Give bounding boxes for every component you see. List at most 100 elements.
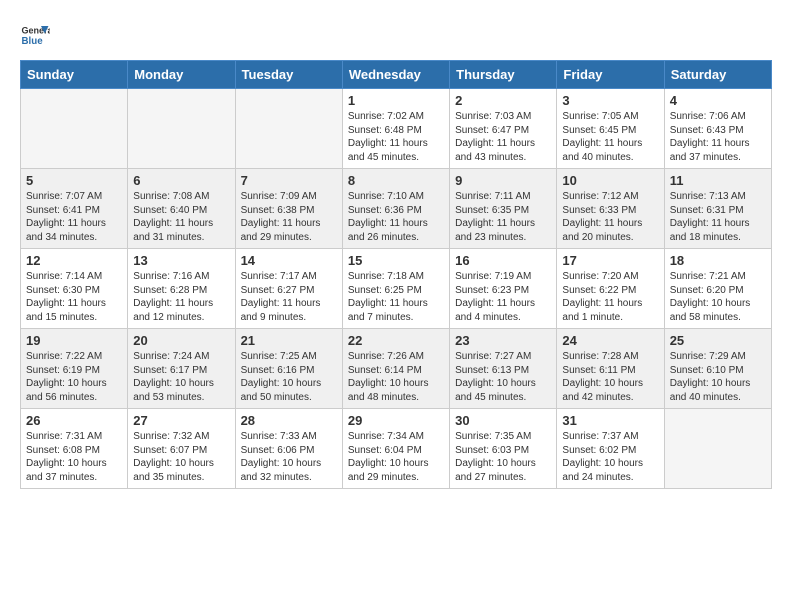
calendar-cell: 10 Sunrise: 7:12 AM Sunset: 6:33 PM Dayli…: [557, 169, 664, 249]
day-info: Sunrise: 7:27 AM Sunset: 6:13 PM Dayligh…: [455, 350, 551, 404]
day-info: Sunrise: 7:37 AM Sunset: 6:02 PM Dayligh…: [562, 430, 658, 484]
day-info: Sunrise: 7:09 AM Sunset: 6:38 PM Dayligh…: [241, 190, 337, 244]
calendar-cell: 16Sunrise: 7:19 AM Sunset: 6:23 PM Dayli…: [450, 249, 557, 329]
svg-text:Blue: Blue: [22, 36, 44, 47]
calendar-cell: 13 Sunrise: 7:16 AM Sunset: 6:28 PM Dayli…: [128, 249, 235, 329]
calendar-cell: 28Sunrise: 7:33 AM Sunset: 6:06 PM Dayli…: [235, 409, 342, 489]
day-number: 11: [670, 173, 766, 188]
calendar-cell: 4 Sunrise: 7:06 AM Sunset: 6:43 PM Daylig…: [664, 89, 771, 169]
calendar-cell: 27 Sunrise: 7:32 AM Sunset: 6:07 PM Dayli…: [128, 409, 235, 489]
calendar-table: SundayMondayTuesdayWednesdayThursdayFrid…: [20, 60, 772, 489]
day-info: Sunrise: 7:11 AM Sunset: 6:35 PM Dayligh…: [455, 190, 551, 244]
day-info: Sunrise: 7:03 AM Sunset: 6:47 PM Dayligh…: [455, 110, 551, 164]
weekday-header-thursday: Thursday: [450, 61, 557, 89]
day-info: Sunrise: 7:10 AM Sunset: 6:36 PM Dayligh…: [348, 190, 444, 244]
day-number: 9: [455, 173, 551, 188]
day-number: 8: [348, 173, 444, 188]
day-number: 12: [26, 253, 122, 268]
calendar-cell: 20 Sunrise: 7:24 AM Sunset: 6:17 PM Dayli…: [128, 329, 235, 409]
day-number: 16: [455, 253, 551, 268]
day-number: 14: [241, 253, 337, 268]
calendar-cell: 23 Sunrise: 7:27 AM Sunset: 6:13 PM Dayli…: [450, 329, 557, 409]
calendar-cell: 21Sunrise: 7:25 AM Sunset: 6:16 PM Dayli…: [235, 329, 342, 409]
weekday-header-saturday: Saturday: [664, 61, 771, 89]
day-number: 7: [241, 173, 337, 188]
weekday-header-sunday: Sunday: [21, 61, 128, 89]
day-info: Sunrise: 7:05 AM Sunset: 6:45 PM Dayligh…: [562, 110, 658, 164]
day-info: Sunrise: 7:26 AM Sunset: 6:14 PM Dayligh…: [348, 350, 444, 404]
calendar-cell: 14 Sunrise: 7:17 AM Sunset: 6:27 PM Dayli…: [235, 249, 342, 329]
day-number: 26: [26, 413, 122, 428]
calendar-cell: 3 Sunrise: 7:05 AM Sunset: 6:45 PM Daylig…: [557, 89, 664, 169]
day-number: 5: [26, 173, 122, 188]
day-info: Sunrise: 7:29 AM Sunset: 6:10 PM Dayligh…: [670, 350, 766, 404]
day-number: 20: [133, 333, 229, 348]
calendar-cell: [21, 89, 128, 169]
day-info: Sunrise: 7:28 AM Sunset: 6:11 PM Dayligh…: [562, 350, 658, 404]
calendar-cell: 6Sunrise: 7:08 AM Sunset: 6:40 PM Daylig…: [128, 169, 235, 249]
calendar-cell: 8 Sunrise: 7:10 AM Sunset: 6:36 PM Daylig…: [342, 169, 449, 249]
day-info: Sunrise: 7:24 AM Sunset: 6:17 PM Dayligh…: [133, 350, 229, 404]
calendar-cell: 24 Sunrise: 7:28 AM Sunset: 6:11 PM Dayli…: [557, 329, 664, 409]
calendar-cell: 17 Sunrise: 7:20 AM Sunset: 6:22 PM Dayli…: [557, 249, 664, 329]
weekday-header-friday: Friday: [557, 61, 664, 89]
day-info: Sunrise: 7:08 AM Sunset: 6:40 PM Dayligh…: [133, 190, 229, 244]
calendar-week-row: 12 Sunrise: 7:14 AM Sunset: 6:30 PM Dayli…: [21, 249, 772, 329]
day-info: Sunrise: 7:07 AM Sunset: 6:41 PM Dayligh…: [26, 190, 122, 244]
weekday-header-tuesday: Tuesday: [235, 61, 342, 89]
calendar-cell: 25 Sunrise: 7:29 AM Sunset: 6:10 PM Dayli…: [664, 329, 771, 409]
logo: General Blue: [20, 20, 54, 50]
day-number: 31: [562, 413, 658, 428]
day-info: Sunrise: 7:34 AM Sunset: 6:04 PM Dayligh…: [348, 430, 444, 484]
day-number: 4: [670, 93, 766, 108]
day-info: Sunrise: 7:12 AM Sunset: 6:33 PM Dayligh…: [562, 190, 658, 244]
logo-icon: General Blue: [20, 20, 50, 50]
day-number: 29: [348, 413, 444, 428]
calendar-week-row: 26 Sunrise: 7:31 AM Sunset: 6:08 PM Dayli…: [21, 409, 772, 489]
day-number: 22: [348, 333, 444, 348]
day-number: 24: [562, 333, 658, 348]
day-info: Sunrise: 7:18 AM Sunset: 6:25 PM Dayligh…: [348, 270, 444, 324]
calendar-cell: 2Sunrise: 7:03 AM Sunset: 6:47 PM Daylig…: [450, 89, 557, 169]
day-number: 25: [670, 333, 766, 348]
day-info: Sunrise: 7:14 AM Sunset: 6:30 PM Dayligh…: [26, 270, 122, 324]
calendar-cell: 29 Sunrise: 7:34 AM Sunset: 6:04 PM Dayli…: [342, 409, 449, 489]
day-number: 23: [455, 333, 551, 348]
day-info: Sunrise: 7:35 AM Sunset: 6:03 PM Dayligh…: [455, 430, 551, 484]
calendar-cell: 9 Sunrise: 7:11 AM Sunset: 6:35 PM Daylig…: [450, 169, 557, 249]
day-number: 19: [26, 333, 122, 348]
day-number: 15: [348, 253, 444, 268]
calendar-cell: 26 Sunrise: 7:31 AM Sunset: 6:08 PM Dayli…: [21, 409, 128, 489]
day-info: Sunrise: 7:20 AM Sunset: 6:22 PM Dayligh…: [562, 270, 658, 324]
calendar-cell: 30 Sunrise: 7:35 AM Sunset: 6:03 PM Dayli…: [450, 409, 557, 489]
calendar-week-row: 19 Sunrise: 7:22 AM Sunset: 6:19 PM Dayli…: [21, 329, 772, 409]
calendar-cell: [664, 409, 771, 489]
calendar-cell: 12 Sunrise: 7:14 AM Sunset: 6:30 PM Dayli…: [21, 249, 128, 329]
day-number: 28: [241, 413, 337, 428]
weekday-header-row: SundayMondayTuesdayWednesdayThursdayFrid…: [21, 61, 772, 89]
day-info: Sunrise: 7:31 AM Sunset: 6:08 PM Dayligh…: [26, 430, 122, 484]
day-info: Sunrise: 7:17 AM Sunset: 6:27 PM Dayligh…: [241, 270, 337, 324]
day-info: Sunrise: 7:32 AM Sunset: 6:07 PM Dayligh…: [133, 430, 229, 484]
calendar-cell: 19 Sunrise: 7:22 AM Sunset: 6:19 PM Dayli…: [21, 329, 128, 409]
day-number: 27: [133, 413, 229, 428]
calendar-week-row: 1 Sunrise: 7:02 AM Sunset: 6:48 PM Daylig…: [21, 89, 772, 169]
day-info: Sunrise: 7:13 AM Sunset: 6:31 PM Dayligh…: [670, 190, 766, 244]
day-info: Sunrise: 7:02 AM Sunset: 6:48 PM Dayligh…: [348, 110, 444, 164]
calendar-cell: 18Sunrise: 7:21 AM Sunset: 6:20 PM Dayli…: [664, 249, 771, 329]
day-info: Sunrise: 7:06 AM Sunset: 6:43 PM Dayligh…: [670, 110, 766, 164]
page-header: General Blue: [20, 20, 772, 50]
day-number: 30: [455, 413, 551, 428]
weekday-header-wednesday: Wednesday: [342, 61, 449, 89]
day-info: Sunrise: 7:16 AM Sunset: 6:28 PM Dayligh…: [133, 270, 229, 324]
calendar-cell: 22 Sunrise: 7:26 AM Sunset: 6:14 PM Dayli…: [342, 329, 449, 409]
calendar-cell: 5 Sunrise: 7:07 AM Sunset: 6:41 PM Daylig…: [21, 169, 128, 249]
calendar-week-row: 5 Sunrise: 7:07 AM Sunset: 6:41 PM Daylig…: [21, 169, 772, 249]
day-number: 1: [348, 93, 444, 108]
day-number: 17: [562, 253, 658, 268]
day-number: 10: [562, 173, 658, 188]
day-number: 3: [562, 93, 658, 108]
day-number: 21: [241, 333, 337, 348]
day-number: 13: [133, 253, 229, 268]
day-info: Sunrise: 7:22 AM Sunset: 6:19 PM Dayligh…: [26, 350, 122, 404]
